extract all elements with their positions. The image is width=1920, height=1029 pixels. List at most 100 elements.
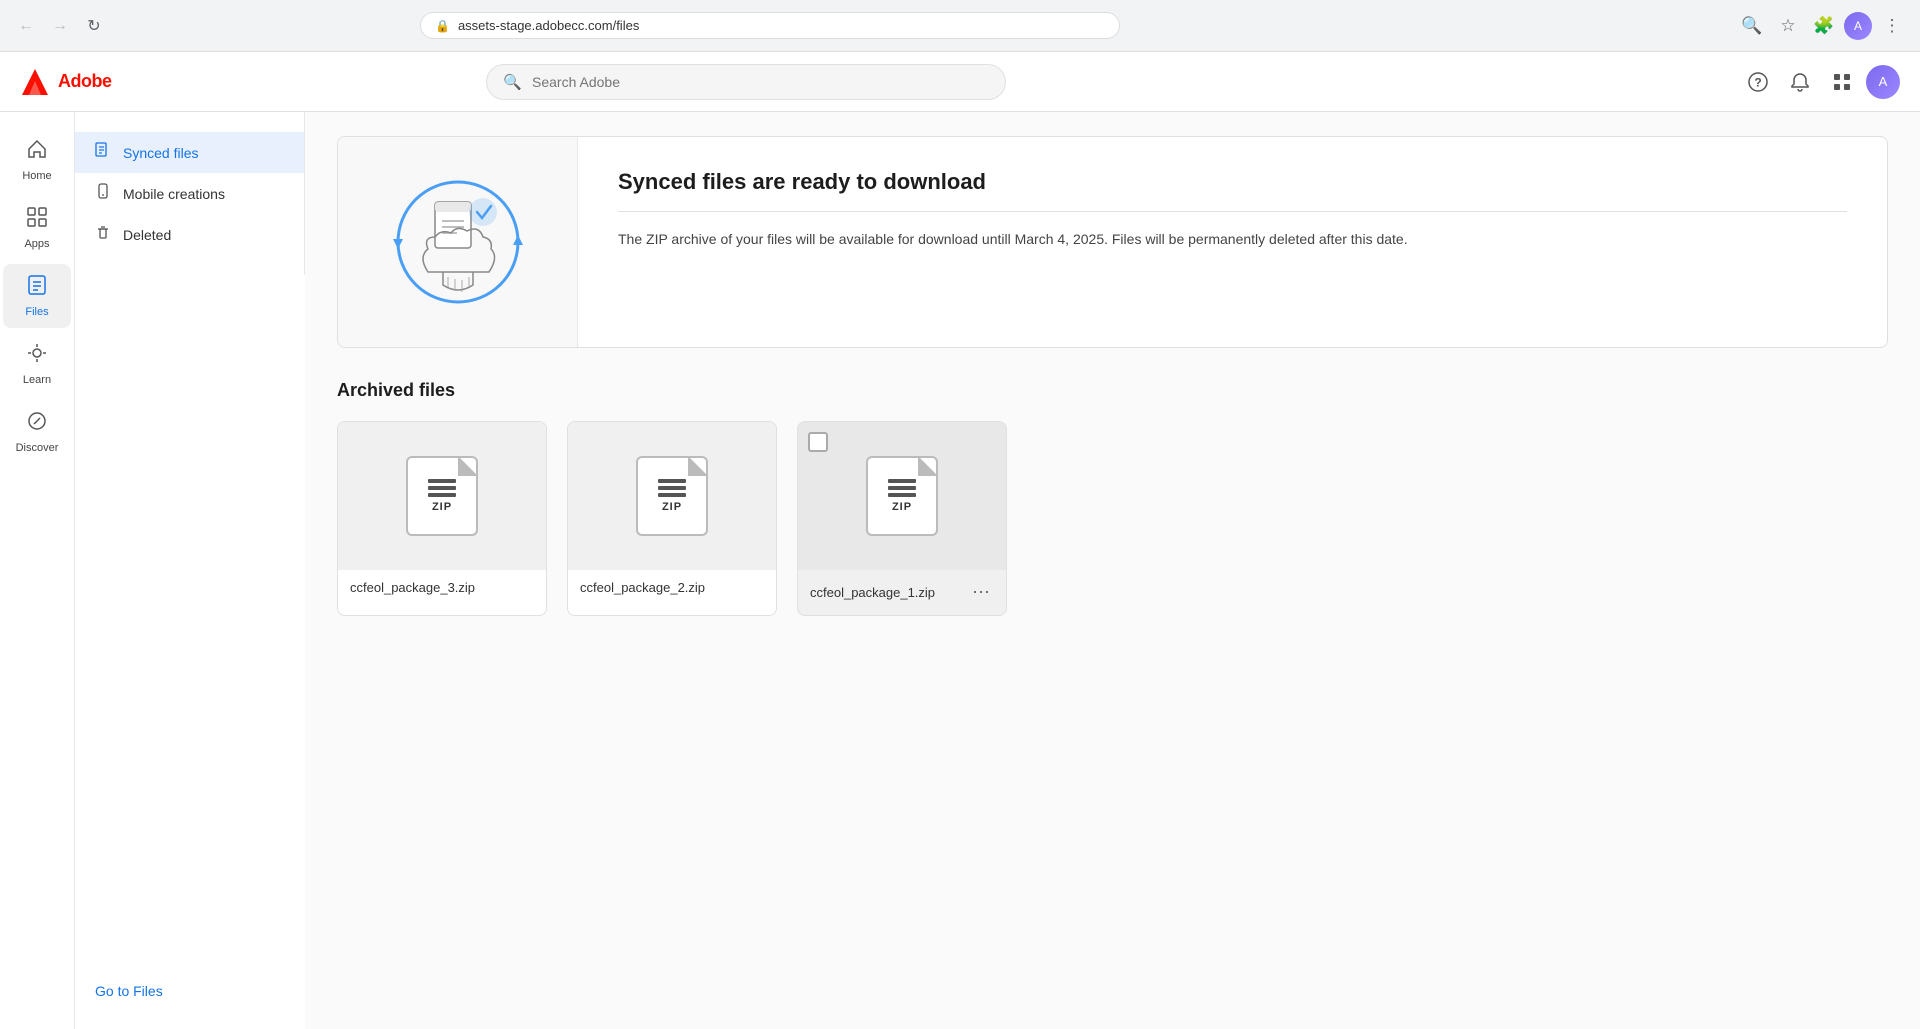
search-icon: 🔍 — [503, 73, 522, 91]
help-icon: ? — [1748, 72, 1768, 92]
app-wrapper: Adobe 🔍 ? — [0, 52, 1920, 1029]
zip-line — [658, 493, 686, 497]
zip-line — [658, 486, 686, 490]
extensions-button[interactable]: 🧩 — [1808, 10, 1840, 42]
file-card-2[interactable]: ZIP ccfeol_package_2.zip — [567, 421, 777, 616]
zip-label: ZIP — [662, 501, 682, 513]
file-card-2-info: ccfeol_package_2.zip — [568, 570, 776, 605]
mobile-creations-icon — [95, 183, 111, 204]
home-icon — [26, 138, 48, 166]
file-card-1[interactable]: ZIP ccfeol_package_3.zip — [337, 421, 547, 616]
sidebar-label-apps: Apps — [24, 238, 49, 250]
lock-icon: 🔒 — [435, 19, 450, 33]
sidebar-label-learn: Learn — [23, 374, 51, 386]
file-card-1-thumb: ZIP — [338, 422, 546, 570]
bookmark-button[interactable]: ☆ — [1772, 10, 1804, 42]
sub-sidebar-wrapper: Synced files Mobile creations — [75, 112, 305, 1029]
profile-avatar[interactable]: A — [1866, 65, 1900, 99]
files-grid: ZIP ccfeol_package_3.zip — [337, 421, 1888, 616]
file-card-3-thumb: ZIP — [798, 422, 1006, 570]
browser-menu-button[interactable]: ⋮ — [1876, 10, 1908, 42]
banner-title: Synced files are ready to download — [618, 169, 1847, 212]
files-icon — [26, 274, 48, 302]
file-name-2: ccfeol_package_2.zip — [580, 580, 705, 595]
browser-right: 🔍 ☆ 🧩 A ⋮ — [1736, 10, 1908, 42]
zip-label: ZIP — [432, 501, 452, 513]
file-name-1: ccfeol_package_3.zip — [350, 580, 475, 595]
sidebar-label-home: Home — [22, 170, 51, 182]
file-menu-button[interactable]: ⋯ — [968, 580, 994, 605]
file-select-checkbox[interactable] — [808, 432, 828, 452]
banner-illustration — [338, 137, 578, 347]
sync-illustration — [373, 157, 543, 327]
synced-files-icon — [95, 142, 111, 163]
learn-icon — [26, 342, 48, 370]
apps-icon — [26, 206, 48, 234]
discover-icon — [26, 410, 48, 438]
zip-line — [428, 486, 456, 490]
sub-sidebar-item-mobile-creations[interactable]: Mobile creations — [75, 173, 304, 214]
browser-controls: ← → ↻ — [12, 12, 108, 40]
zip-line — [888, 486, 916, 490]
file-name-3: ccfeol_package_1.zip — [810, 585, 935, 600]
top-nav: Adobe 🔍 ? — [0, 52, 1920, 112]
notifications-button[interactable] — [1782, 64, 1818, 100]
adobe-logo[interactable]: Adobe — [20, 67, 112, 97]
synced-files-banner: Synced files are ready to download The Z… — [337, 136, 1888, 348]
file-card-3[interactable]: ZIP ccfeol_package_1.zip ⋯ — [797, 421, 1007, 616]
archived-files-title: Archived files — [337, 380, 1888, 401]
zip-line — [428, 479, 456, 483]
main-content: Home Apps — [0, 112, 1920, 1029]
file-card-2-thumb: ZIP — [568, 422, 776, 570]
zip-file-icon-1: ZIP — [406, 456, 478, 536]
chrome-profile-avatar[interactable]: A — [1844, 12, 1872, 40]
content-area: Synced files are ready to download The Z… — [305, 112, 1920, 1029]
sidebar-item-discover[interactable]: Discover — [3, 400, 71, 464]
zip-line — [658, 479, 686, 483]
file-card-3-info: ccfeol_package_1.zip ⋯ — [798, 570, 1006, 615]
zip-lines — [888, 479, 916, 497]
apps-grid-button[interactable] — [1824, 64, 1860, 100]
zip-label: ZIP — [892, 501, 912, 513]
sidebar-item-home[interactable]: Home — [3, 128, 71, 192]
sub-sidebar-label-mobile-creations: Mobile creations — [123, 186, 225, 202]
adobe-logo-icon — [20, 67, 50, 97]
sidebar-label-discover: Discover — [16, 442, 59, 454]
sidebar-item-learn[interactable]: Learn — [3, 332, 71, 396]
address-text: assets-stage.adobecc.com/files — [458, 18, 1105, 33]
apps-grid-icon — [1832, 72, 1852, 92]
sub-sidebar-label-deleted: Deleted — [123, 227, 171, 243]
notifications-icon — [1790, 72, 1810, 92]
sidebar-item-apps[interactable]: Apps — [3, 196, 71, 260]
zip-line — [888, 479, 916, 483]
sub-sidebar: Synced files Mobile creations — [75, 112, 305, 275]
help-button[interactable]: ? — [1740, 64, 1776, 100]
adobe-logo-text: Adobe — [58, 71, 112, 92]
browser-search-button[interactable]: 🔍 — [1736, 10, 1768, 42]
back-button[interactable]: ← — [12, 12, 40, 40]
zip-lines — [428, 479, 456, 497]
left-sidebar: Home Apps — [0, 112, 75, 1029]
go-to-files-link[interactable]: Go to Files — [75, 973, 305, 1009]
sidebar-item-files[interactable]: Files — [3, 264, 71, 328]
file-card-1-info: ccfeol_package_3.zip — [338, 570, 546, 605]
zip-file-icon-2: ZIP — [636, 456, 708, 536]
address-bar[interactable]: 🔒 assets-stage.adobecc.com/files — [420, 12, 1120, 39]
zip-file-icon-3: ZIP — [866, 456, 938, 536]
deleted-icon — [95, 224, 111, 245]
search-input[interactable] — [532, 74, 989, 90]
sub-sidebar-item-deleted[interactable]: Deleted — [75, 214, 304, 255]
zip-line — [428, 493, 456, 497]
sub-sidebar-item-synced-files[interactable]: Synced files — [75, 132, 304, 173]
browser-chrome: ← → ↻ 🔒 assets-stage.adobecc.com/files 🔍… — [0, 0, 1920, 52]
zip-lines — [658, 479, 686, 497]
nav-right: ? A — [1740, 64, 1900, 100]
banner-description: The ZIP archive of your files will be av… — [618, 228, 1847, 250]
zip-line — [888, 493, 916, 497]
archived-files-section: Archived files ZIP — [337, 380, 1888, 616]
forward-button[interactable]: → — [46, 12, 74, 40]
banner-content: Synced files are ready to download The Z… — [578, 137, 1887, 347]
search-bar[interactable]: 🔍 — [486, 64, 1006, 100]
refresh-button[interactable]: ↻ — [80, 12, 108, 40]
svg-text:?: ? — [1754, 75, 1761, 89]
